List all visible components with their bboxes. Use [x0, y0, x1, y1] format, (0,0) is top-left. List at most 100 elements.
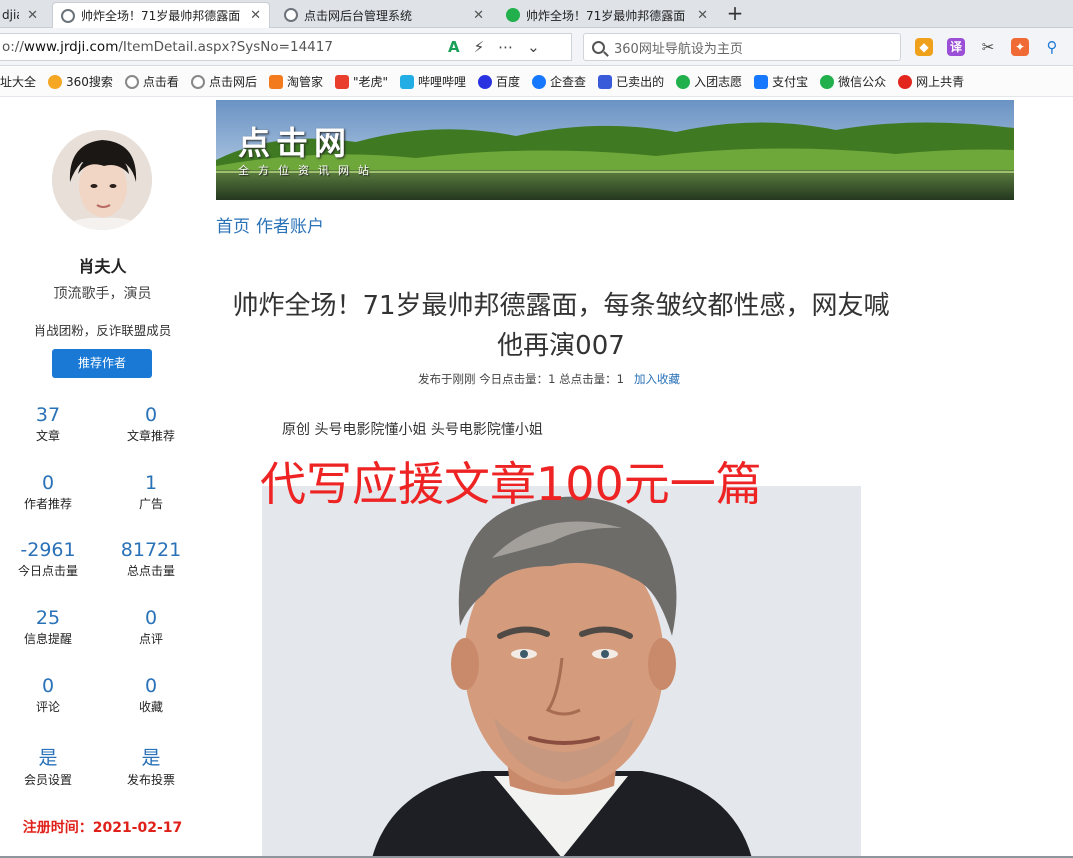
- url-prefix: o://: [2, 39, 24, 55]
- stat-label: 今日点击量: [17, 564, 78, 578]
- registration-date: 注册时间：2021-02-17: [22, 820, 183, 836]
- stat-label: 文章推荐: [126, 429, 175, 443]
- browser-tab[interactable]: djia ✕: [0, 2, 46, 28]
- wechat-icon: [506, 8, 520, 22]
- bookmark-item[interactable]: 入团志愿: [676, 73, 742, 90]
- address-bar: o:// www.jrdji.com /ItemDetail.aspx?SysN…: [0, 28, 1073, 66]
- overlay-ad-text: 代写应援文章100元一篇: [260, 457, 762, 511]
- close-icon[interactable]: ✕: [250, 8, 261, 23]
- bookmark-item[interactable]: 360搜索: [48, 73, 113, 90]
- youth-league-icon: [898, 74, 913, 89]
- new-tab-button[interactable]: +: [724, 0, 746, 28]
- browser-tab-strip: djia ✕ 帅炸全场！71岁最帅邦德露面 ✕ 点击网后台管理系统 ✕ 帅炸全场…: [0, 0, 1073, 28]
- stat-total-clicks[interactable]: 81721 总点击量: [111, 539, 191, 579]
- stat-value: 1: [144, 472, 158, 494]
- bookmark-item[interactable]: 微信公众: [820, 73, 886, 90]
- stat-today-clicks[interactable]: -2961 今日点击量: [8, 539, 88, 579]
- banner-title: 点击网: [238, 124, 353, 162]
- nav-home-link[interactable]: 首页: [216, 217, 250, 237]
- wechat-icon: [676, 74, 691, 89]
- alipay-icon: [754, 74, 769, 89]
- wechat-icon: [820, 74, 835, 89]
- bookmark-item[interactable]: 淘管家: [268, 73, 323, 90]
- search-placeholder: 360网址导航设为主页: [614, 41, 743, 57]
- browser-tab[interactable]: 帅炸全场！71岁最帅邦德露面 ✕: [498, 2, 716, 28]
- bookmark-item[interactable]: 百度: [478, 73, 520, 90]
- game-icon[interactable]: ✦: [1011, 38, 1029, 56]
- stat-label: 会员设置: [23, 773, 72, 787]
- tab-title: djia: [2, 8, 19, 22]
- stat-value: 0: [41, 675, 55, 697]
- globe-icon: [61, 8, 75, 23]
- avatar[interactable]: [52, 130, 152, 230]
- bookmark-item[interactable]: 点击网后: [190, 73, 257, 90]
- bookmark-item[interactable]: 支付宝: [754, 73, 808, 90]
- stat-value: 是: [38, 747, 58, 769]
- stat-notifications[interactable]: 25 信息提醒: [8, 607, 88, 647]
- article-title: 帅炸全场！71岁最帅邦德露面，每条皱纹都性感，网友喊他再演007: [232, 291, 890, 361]
- stat-article-recommend[interactable]: 0 文章推荐: [111, 404, 191, 444]
- stat-label: 点评: [138, 632, 163, 646]
- stat-value: 0: [144, 404, 158, 426]
- bookmark-item[interactable]: "老虎": [334, 73, 389, 90]
- stat-articles[interactable]: 37 文章: [8, 404, 88, 444]
- shield-icon[interactable]: ◆: [915, 38, 933, 56]
- stat-comments[interactable]: 0 评论: [8, 675, 88, 715]
- bookmark-item[interactable]: 已卖出的: [598, 73, 664, 90]
- close-icon[interactable]: ✕: [27, 8, 38, 23]
- stat-value: 是: [141, 747, 161, 769]
- author-role: 顶流歌手，演员: [53, 286, 152, 302]
- bookmark-item[interactable]: 企查查: [532, 73, 586, 90]
- stat-reviews[interactable]: 0 点评: [111, 607, 191, 647]
- close-icon[interactable]: ✕: [697, 8, 708, 23]
- add-favorite-link[interactable]: 加入收藏: [634, 372, 680, 386]
- stat-author-recommend[interactable]: 0 作者推荐: [8, 472, 88, 512]
- bookmark-item[interactable]: 址大全: [0, 73, 36, 90]
- recommend-author-button[interactable]: 推荐作者: [52, 349, 152, 378]
- stat-label: 收藏: [138, 700, 163, 714]
- scissors-icon[interactable]: ✂: [979, 38, 997, 56]
- search-icon[interactable]: ⚲: [1043, 38, 1061, 56]
- article-source: 原创 头号电影院懂小姐 头号电影院懂小姐: [282, 422, 543, 438]
- bookmark-label: 企查查: [550, 75, 587, 89]
- more-icon[interactable]: ⋯: [498, 38, 513, 56]
- stat-value: 0: [144, 675, 158, 697]
- site-banner[interactable]: 点击网 全方位资讯网站: [216, 100, 1014, 200]
- reader-mode-icon[interactable]: A: [448, 38, 460, 56]
- banner-subtitle: 全方位资讯网站: [238, 164, 378, 177]
- article-meta: 发布于刚刚 今日点击量：1 总点击量：1 加入收藏: [216, 371, 882, 387]
- stat-label: 文章: [35, 429, 60, 443]
- search-icon: [592, 40, 605, 54]
- stat-member-settings[interactable]: 是 会员设置: [8, 743, 88, 788]
- browser-tab-active[interactable]: 帅炸全场！71岁最帅邦德露面 ✕: [52, 2, 270, 28]
- article-meta-text: 发布于刚刚 今日点击量：1 总点击量：1: [418, 372, 624, 386]
- 360-search-icon: [48, 74, 63, 89]
- article-image: [262, 486, 861, 858]
- chevron-down-icon[interactable]: ⌄: [527, 38, 540, 56]
- stat-favorites[interactable]: 0 收藏: [111, 675, 191, 715]
- qichacha-icon: [532, 74, 547, 89]
- stat-label: 广告: [138, 497, 163, 511]
- bookmark-label: 点击看: [142, 75, 179, 89]
- bookmark-item[interactable]: 哔哩哔哩: [400, 73, 466, 90]
- stat-value: 37: [35, 404, 61, 426]
- search-input[interactable]: 360网址导航设为主页: [583, 33, 901, 61]
- bookmark-item[interactable]: 点击看: [124, 73, 179, 90]
- nav-author-account-link[interactable]: 作者账户: [256, 217, 324, 237]
- browser-tab[interactable]: 点击网后台管理系统 ✕: [276, 2, 492, 28]
- baidu-icon: [478, 74, 493, 89]
- translate-icon[interactable]: 译: [947, 38, 965, 56]
- stat-ads[interactable]: 1 广告: [111, 472, 191, 512]
- bookmark-label: 360搜索: [66, 75, 113, 89]
- url-path: /ItemDetail.aspx?SysNo=14417: [118, 39, 333, 55]
- stat-publish-vote[interactable]: 是 发布投票: [111, 743, 191, 788]
- close-icon[interactable]: ✕: [473, 8, 484, 23]
- bilibili-icon: [400, 74, 415, 89]
- bookmark-label: "老虎": [352, 75, 389, 89]
- tab-title: 帅炸全场！71岁最帅邦德露面: [526, 8, 686, 23]
- bookmark-item[interactable]: 网上共青: [898, 73, 964, 90]
- stat-label: 总点击量: [126, 564, 175, 578]
- stat-label: 评论: [35, 700, 60, 714]
- lightning-icon[interactable]: ⚡: [474, 38, 485, 56]
- author-name: 肖夫人: [78, 257, 127, 276]
